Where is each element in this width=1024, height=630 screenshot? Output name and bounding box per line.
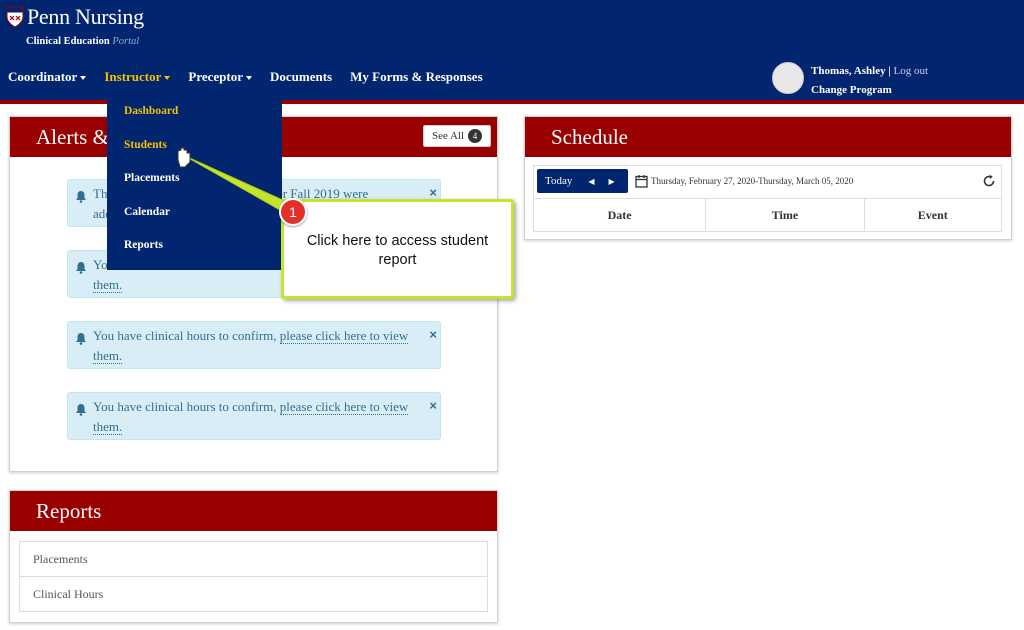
step-badge: 1 [279,198,307,226]
hand-cursor-icon [177,147,191,168]
callout-pointer [177,147,288,215]
